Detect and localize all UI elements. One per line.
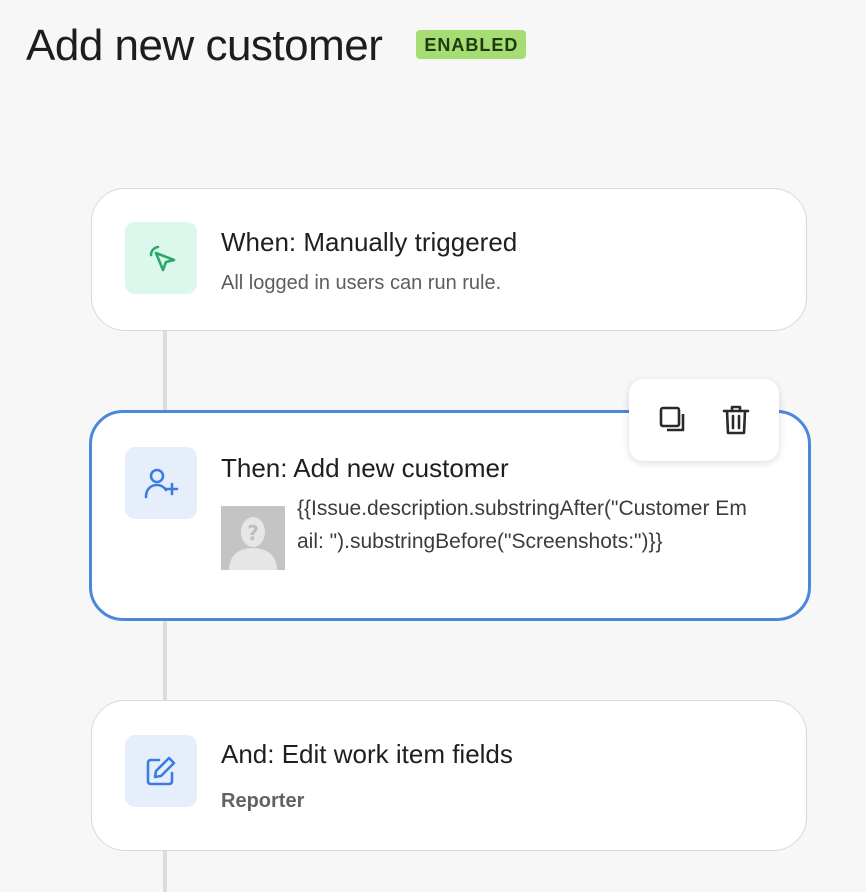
action-icon-tile <box>125 447 197 519</box>
status-badge: ENABLED <box>416 29 527 59</box>
delete-button[interactable] <box>712 396 760 444</box>
trigger-card[interactable]: When: Manually triggered All logged in u… <box>91 188 807 331</box>
page-title: Add new customer <box>26 21 383 70</box>
action-title: Then: Add new customer <box>221 453 509 483</box>
rule-editor-page: Add new customer ENABLED When: Manually … <box>0 0 866 892</box>
edit-icon-tile <box>125 735 197 807</box>
edit-fields-subtitle: Reporter <box>221 790 305 812</box>
header: Add new customer ENABLED <box>26 20 527 72</box>
customer-email-expression: {{Issue.description.substringAfter("Cust… <box>297 497 747 553</box>
duplicate-icon <box>659 406 684 432</box>
cursor-click-icon <box>149 245 176 272</box>
add-user-icon <box>144 468 179 499</box>
trigger-title: When: Manually triggered <box>221 227 518 257</box>
flow-connector <box>163 620 167 702</box>
edit-icon <box>146 756 176 786</box>
trash-icon <box>722 405 749 435</box>
step-action-toolbar <box>629 379 779 461</box>
edit-fields-action-card[interactable]: And: Edit work item fields Reporter <box>91 700 807 851</box>
trigger-subtitle: All logged in users can run rule. <box>221 272 502 294</box>
placeholder-avatar-icon: ? <box>221 506 285 570</box>
flow-connector <box>163 330 167 412</box>
flow-connector <box>163 850 167 892</box>
trigger-icon-tile <box>125 222 197 294</box>
svg-text:?: ? <box>247 521 259 545</box>
duplicate-button[interactable] <box>649 396 697 444</box>
edit-fields-title: And: Edit work item fields <box>221 739 513 769</box>
